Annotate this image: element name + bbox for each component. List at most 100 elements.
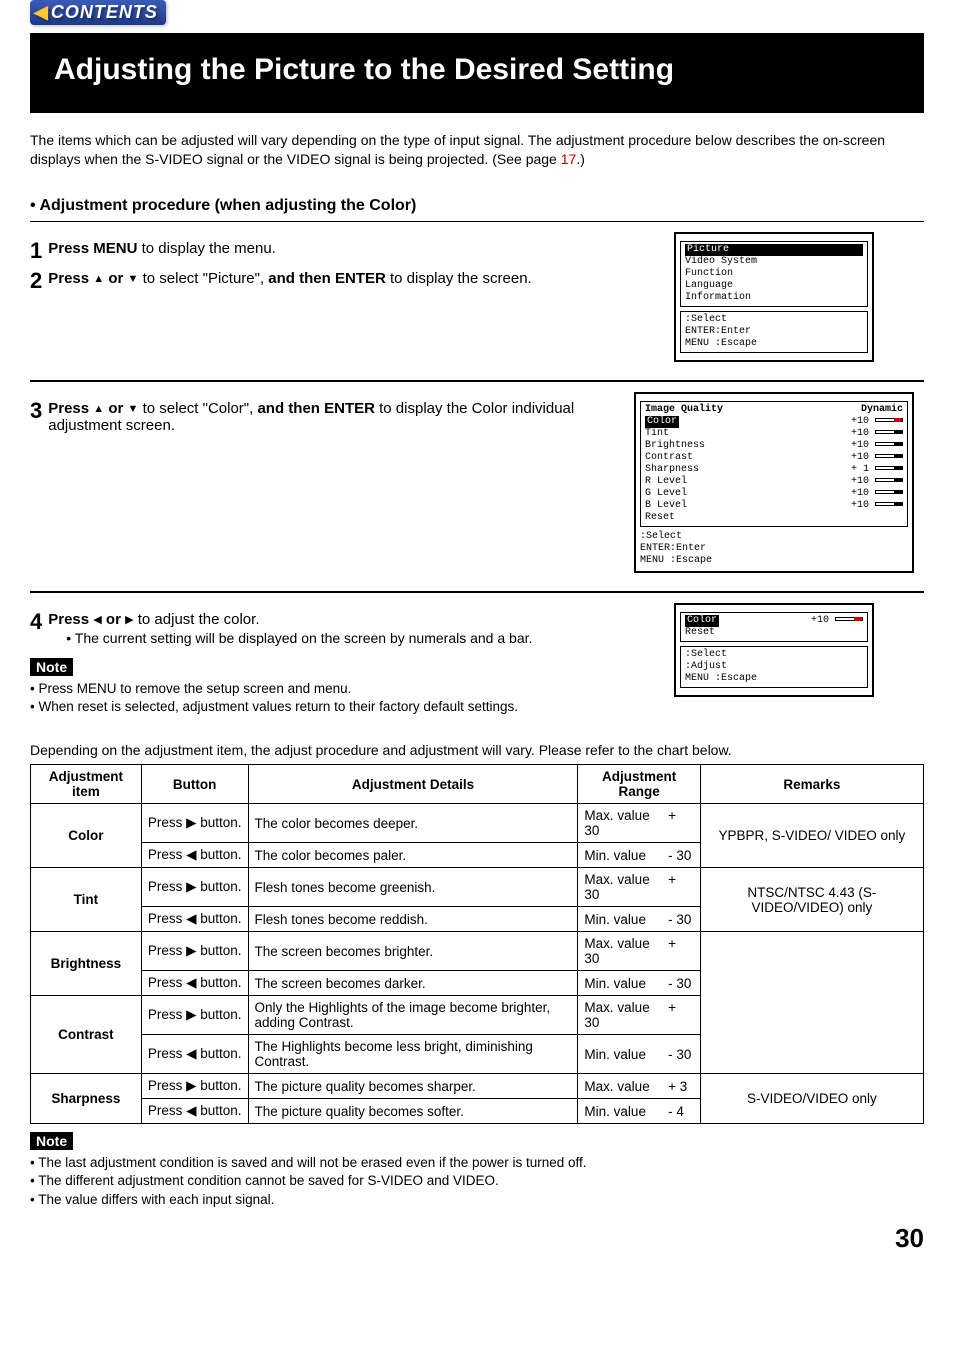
button-cell: Press ◀ button. (141, 907, 248, 932)
adjustment-item-cell: Brightness (31, 932, 142, 996)
intro-paragraph: The items which can be adjusted will var… (30, 131, 924, 169)
osd-menu-item: Information (685, 292, 863, 304)
page-title: Adjusting the Picture to the Desired Set… (30, 33, 924, 113)
note-item: • The value differs with each input sign… (30, 1191, 924, 1209)
right-triangle-icon: ▶ (125, 613, 133, 626)
button-cell: Press ▶ button. (141, 868, 248, 907)
range-cell: Min. value - 30 (578, 843, 700, 868)
osd-adjust-row: Contrast+10 (645, 452, 903, 464)
section-heading: • Adjustment procedure (when adjusting t… (30, 197, 924, 215)
left-triangle-icon: ◀ (93, 613, 101, 626)
range-cell: Min. value - 30 (578, 907, 700, 932)
step3-mid: to select "Color", (138, 400, 257, 417)
step4-detail: • The current setting will be displayed … (66, 630, 604, 646)
remarks-cell: YPBPR, S-VIDEO/ VIDEO only (700, 804, 923, 868)
adjustment-item-cell: Tint (31, 868, 142, 932)
osd-adjust-row: Reset (645, 512, 903, 524)
osd-adjust-row: R Level+10 (645, 476, 903, 488)
osd-hint: :Select (685, 649, 863, 661)
contents-button[interactable]: ◀ CONTENTS (30, 0, 166, 25)
detail-cell: The screen becomes darker. (248, 971, 578, 996)
osd-menu-item: Language (685, 280, 863, 292)
detail-cell: The color becomes paler. (248, 843, 578, 868)
note-label: Note (30, 658, 73, 676)
step4-press: Press (48, 611, 93, 628)
osd-adjust-row: Reset (685, 627, 863, 639)
adjustment-item-cell: Contrast (31, 996, 142, 1074)
note-item: • The different adjustment condition can… (30, 1172, 924, 1190)
table-row: ColorPress ▶ button.The color becomes de… (31, 804, 924, 843)
button-cell: Press ▶ button. (141, 1074, 248, 1099)
step2-end: to display the screen. (390, 270, 532, 287)
contents-label: CONTENTS (51, 2, 158, 23)
detail-cell: Only the Highlights of the image become … (248, 996, 578, 1035)
table-header: Adjustment Range (578, 765, 700, 804)
step-4: 4 Press ◀ or ▶ to adjust the color. • Th… (30, 611, 604, 646)
note-label: Note (30, 1132, 73, 1150)
button-cell: Press ◀ button. (141, 843, 248, 868)
osd-hint: :Select (685, 314, 863, 326)
table-row: TintPress ▶ button.Flesh tones become gr… (31, 868, 924, 907)
down-triangle-icon: ▼ (128, 273, 139, 285)
osd-picture-menu: Image QualityDynamic Color+10 Tint+10 Br… (634, 392, 914, 573)
divider (30, 591, 924, 593)
adjustment-item-cell: Color (31, 804, 142, 868)
button-cell: Press ▶ button. (141, 932, 248, 971)
step3-press: Press (48, 400, 93, 417)
step-1: 1 Press MENU to display the menu. (30, 240, 604, 262)
osd-hint: MENU :Escape (685, 673, 863, 685)
osd-menu-item: Video System (685, 256, 863, 268)
step-number: 4 (30, 611, 42, 633)
divider (30, 380, 924, 382)
range-cell: Min. value - 30 (578, 1035, 700, 1074)
range-cell: Max. value + 30 (578, 804, 700, 843)
button-cell: Press ▶ button. (141, 996, 248, 1035)
osd-adjust-row: G Level+10 (645, 488, 903, 500)
detail-cell: The picture quality becomes sharper. (248, 1074, 578, 1099)
note-item: • The last adjustment condition is saved… (30, 1154, 924, 1172)
osd-hint: ENTER:Enter (685, 326, 863, 338)
table-header: Adjustment item (31, 765, 142, 804)
step1-bold: Press MENU (48, 240, 141, 257)
table-header: Button (141, 765, 248, 804)
button-cell: Press ◀ button. (141, 1099, 248, 1124)
detail-cell: The Highlights become less bright, dimin… (248, 1035, 578, 1074)
osd2-title-r: Dynamic (861, 404, 903, 416)
table-header: Remarks (700, 765, 923, 804)
osd-adjust-row: Brightness+10 (645, 440, 903, 452)
step4-end: to adjust the color. (134, 611, 260, 628)
osd-adjust-row: Color+10 (645, 416, 903, 428)
step4-or: or (102, 611, 125, 628)
up-triangle-icon: ▲ (93, 273, 104, 285)
detail-cell: The color becomes deeper. (248, 804, 578, 843)
step2-or: or (104, 270, 127, 287)
back-arrow-icon: ◀ (34, 2, 49, 23)
button-cell: Press ◀ button. (141, 1035, 248, 1074)
osd-adjust-row: B Level+10 (645, 500, 903, 512)
table-header: Adjustment Details (248, 765, 578, 804)
note-item: • Press MENU to remove the setup screen … (30, 680, 604, 698)
divider (30, 221, 924, 222)
table-row: BrightnessPress ▶ button.The screen beco… (31, 932, 924, 971)
step3-or: or (104, 400, 127, 417)
adjustment-table: Adjustment itemButtonAdjustment DetailsA… (30, 764, 924, 1124)
osd-main-menu: PictureVideo SystemFunctionLanguageInfor… (674, 232, 874, 362)
intro-text-after: .) (576, 151, 585, 167)
down-triangle-icon: ▼ (128, 403, 139, 415)
step1-rest: to display the menu. (142, 240, 276, 257)
table-row: SharpnessPress ▶ button.The picture qual… (31, 1074, 924, 1099)
step2-enter: and then ENTER (268, 270, 390, 287)
osd-adjust-row: Color+10 (685, 615, 863, 627)
detail-cell: The screen becomes brighter. (248, 932, 578, 971)
note-list-2: • The last adjustment condition is saved… (30, 1154, 924, 1209)
range-cell: Max. value + 30 (578, 932, 700, 971)
button-cell: Press ▶ button. (141, 804, 248, 843)
note-item: • When reset is selected, adjustment val… (30, 698, 604, 716)
button-cell: Press ◀ button. (141, 971, 248, 996)
range-cell: Max. value + 3 (578, 1074, 700, 1099)
remarks-cell: NTSC/NTSC 4.43 (S-VIDEO/VIDEO) only (700, 868, 923, 932)
page-number: 30 (30, 1223, 924, 1254)
step2-mid: to select "Picture", (138, 270, 268, 287)
osd-color-adjust: Color+10 Reset :Select :AdjustMENU :Esca… (674, 603, 874, 697)
page-ref-link[interactable]: 17 (561, 151, 577, 167)
